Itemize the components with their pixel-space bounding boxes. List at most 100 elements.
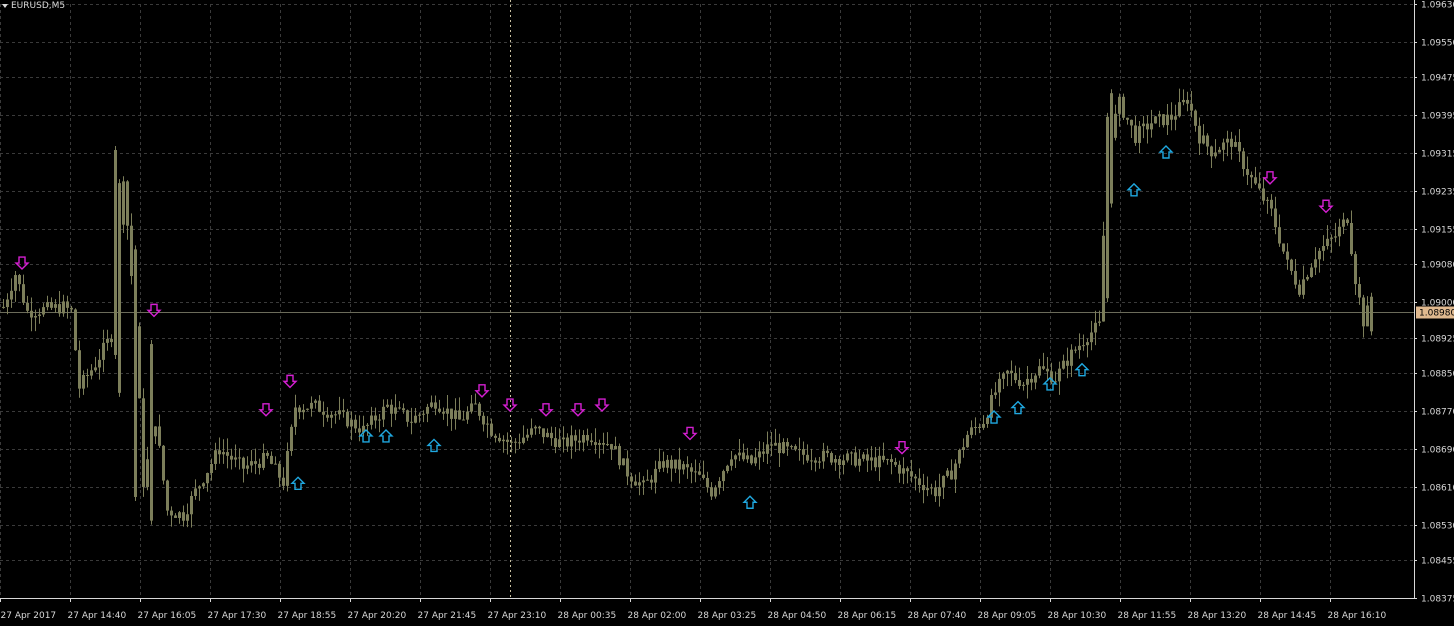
candle-body <box>126 181 129 226</box>
candle-body <box>490 423 493 436</box>
candle-body <box>1082 345 1085 347</box>
candle-body <box>918 478 921 485</box>
candle-body <box>622 458 625 466</box>
candle-body <box>1206 135 1209 147</box>
candle-body <box>518 442 521 444</box>
y-tick-label: 1.09155 <box>1421 226 1454 236</box>
candle-body <box>354 419 357 429</box>
candle-body <box>30 310 33 318</box>
candle-body <box>774 442 777 446</box>
candle-body <box>102 342 105 360</box>
candle-body <box>590 440 593 443</box>
candle-body <box>858 458 861 466</box>
price-chart[interactable]: 1.09630 1.09550 1.09475 1.09395 1.09315 1.092… <box>0 0 1454 626</box>
candle-body <box>370 415 373 425</box>
candle-body <box>566 437 569 447</box>
candle-body <box>462 419 465 421</box>
candle-body <box>406 410 409 422</box>
candles <box>2 88 1373 528</box>
candle-body <box>650 479 653 483</box>
candle-body <box>410 421 413 423</box>
candle-body <box>130 225 133 276</box>
chart-window[interactable]: 1.09630 1.09550 1.09475 1.09395 1.09315 1.092… <box>0 0 1454 626</box>
candle-body <box>1290 259 1293 271</box>
candle-body <box>1218 149 1221 153</box>
candle-body <box>86 374 89 376</box>
candle-body <box>814 460 817 463</box>
x-tick-label: 27 Apr 23:10 <box>488 611 547 621</box>
arrow-up-icon <box>986 410 1002 424</box>
candle-body <box>1302 279 1305 295</box>
candle-body <box>1002 373 1005 379</box>
candle-body <box>886 459 889 461</box>
candle-body <box>238 457 241 459</box>
candle-body <box>1058 368 1061 382</box>
candle-body <box>218 450 221 455</box>
candle-body <box>298 407 301 413</box>
candle-body <box>1186 99 1189 104</box>
signal-arrows <box>14 145 1334 509</box>
arrow-down-icon <box>14 256 30 271</box>
candle-body <box>790 446 793 448</box>
candle-body <box>470 403 473 412</box>
candle-body <box>810 460 813 462</box>
axes: 1.09630 1.09550 1.09475 1.09395 1.09315 1.092… <box>0 0 1454 621</box>
candle-body <box>874 457 877 468</box>
candle-body <box>966 434 969 448</box>
candle-body <box>314 400 317 403</box>
candle-body <box>242 457 245 469</box>
candle-body <box>1226 138 1229 143</box>
candle-body <box>1314 259 1317 268</box>
candle-body <box>1010 370 1013 373</box>
candle-body <box>954 463 957 480</box>
current-price-label: 1.08980 <box>1419 309 1454 319</box>
candle-body <box>1254 177 1257 184</box>
candle-body <box>930 487 933 489</box>
candle-body <box>322 411 325 415</box>
candle-body <box>54 304 57 308</box>
candle-body <box>854 452 857 466</box>
arrow-up-icon <box>1126 182 1142 197</box>
candle-body <box>302 409 305 413</box>
candle-body <box>1322 246 1325 251</box>
candle-body <box>34 315 37 318</box>
candle-body <box>1190 103 1193 111</box>
candle-body <box>438 408 441 412</box>
arrow-down-icon <box>1262 171 1278 185</box>
x-tick-label: 28 Apr 00:35 <box>558 611 617 621</box>
candle-body <box>262 452 265 468</box>
candle-body <box>766 444 769 454</box>
candle-body <box>906 468 909 472</box>
chart-title-bar[interactable]: EURUSD,M5 <box>2 1 65 11</box>
candle-body <box>558 439 561 447</box>
candle-body <box>1042 366 1045 369</box>
candle-body <box>662 461 665 468</box>
x-tick-label: 28 Apr 02:00 <box>628 611 687 621</box>
y-tick-label: 1.08770 <box>1421 408 1454 418</box>
candle-body <box>914 476 917 479</box>
candle-body <box>798 449 801 451</box>
candle-body <box>446 408 449 414</box>
candle-body <box>82 374 85 389</box>
candle-body <box>1342 219 1345 227</box>
candle-body <box>978 426 981 428</box>
candle-body <box>786 442 789 447</box>
candle-body <box>1242 151 1245 170</box>
candle-body <box>602 443 605 445</box>
triangle-down-icon[interactable] <box>2 4 8 8</box>
candle-body <box>1362 297 1365 327</box>
candle-body <box>1158 114 1161 117</box>
candle-body <box>346 411 349 427</box>
candle-body <box>1166 114 1169 126</box>
y-tick-label: 1.08850 <box>1421 370 1454 380</box>
x-tick-label: 28 Apr 06:15 <box>838 611 897 621</box>
candle-body <box>1162 114 1165 126</box>
candle-body <box>1326 238 1329 247</box>
y-tick-label: 1.09080 <box>1421 261 1454 271</box>
candle-body <box>938 487 941 497</box>
candle-body <box>450 408 453 419</box>
candle-body <box>594 442 597 445</box>
candle-body <box>1142 123 1145 127</box>
candle-body <box>570 435 573 447</box>
candle-body <box>526 434 529 438</box>
